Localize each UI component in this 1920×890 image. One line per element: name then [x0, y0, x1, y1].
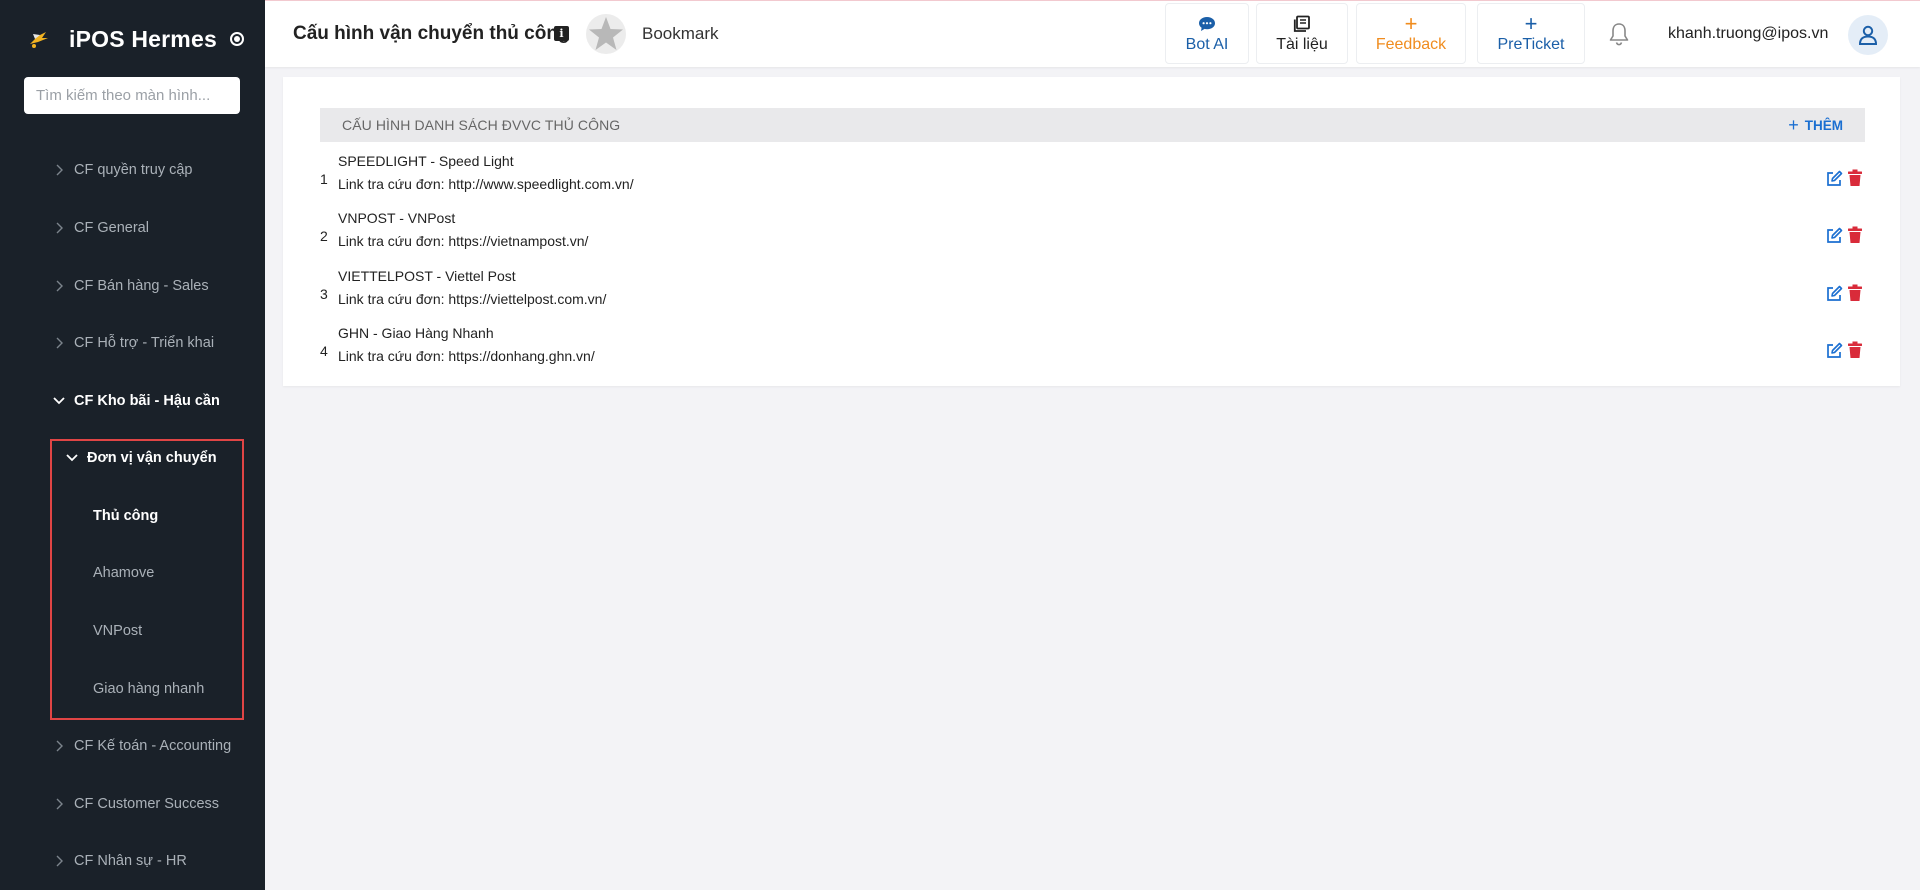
user-avatar-icon[interactable]	[1848, 15, 1888, 55]
chevron-right-icon	[52, 854, 66, 868]
section-title: CẤU HÌNH DANH SÁCH ĐVVC THỦ CÔNG	[342, 117, 621, 133]
list-item: 4 GHN - Giao Hàng Nhanh Link tra cứu đơn…	[320, 323, 1865, 379]
sidebar-item-label: CF Nhân sự - HR	[74, 853, 187, 869]
feedback-label: Feedback	[1375, 36, 1447, 53]
trash-icon[interactable]	[1847, 226, 1863, 244]
sidebar-item-support[interactable]: CF Hỗ trợ - Triển khai	[0, 323, 265, 363]
trash-icon[interactable]	[1847, 284, 1863, 302]
chevron-right-icon	[52, 163, 66, 177]
preticket-label: PreTicket	[1497, 36, 1565, 53]
add-button[interactable]: + THÊM	[1788, 115, 1843, 135]
sidebar-subitem-ghn[interactable]: Giao hàng nhanh	[0, 669, 265, 709]
edit-icon[interactable]	[1825, 285, 1843, 303]
sidebar-item-label: CF Customer Success	[74, 796, 220, 812]
bookmark-star-icon[interactable]	[585, 13, 627, 55]
sidebar-subitem-label: Ahamove	[93, 565, 155, 581]
carrier-link: Link tra cứu đơn: https://donhang.ghn.vn…	[338, 348, 595, 364]
add-label: THÊM	[1804, 117, 1843, 133]
sidebar-item-accounting[interactable]: CF Kế toán - Accounting	[0, 726, 265, 766]
bot-ai-label: Bot AI	[1185, 36, 1229, 53]
trash-icon[interactable]	[1847, 341, 1863, 359]
carrier-name: GHN - Giao Hàng Nhanh	[338, 325, 494, 341]
sidebar-subitem-ahamove[interactable]: Ahamove	[0, 553, 265, 593]
carrier-link: Link tra cứu đơn: http://www.speedlight.…	[338, 176, 634, 192]
chevron-right-icon	[52, 336, 66, 350]
sidebar-item-label: CF Kho bãi - Hậu cần	[74, 393, 220, 409]
sidebar-subgroup-label: Đơn vị vận chuyển	[87, 450, 217, 466]
carrier-name: SPEEDLIGHT - Speed Light	[338, 153, 514, 169]
preticket-button[interactable]: + PreTicket	[1477, 3, 1585, 64]
sidebar-item-general[interactable]: CF General	[0, 208, 265, 248]
chevron-right-icon	[52, 797, 66, 811]
plus-icon: +	[1524, 11, 1538, 36]
row-index: 4	[320, 343, 328, 359]
carrier-link: Link tra cứu đơn: https://vietnampost.vn…	[338, 233, 589, 249]
carrier-name: VNPOST - VNPost	[338, 210, 456, 226]
radio-dot-icon[interactable]	[229, 32, 244, 46]
sidebar-subgroup-carriers[interactable]: Đơn vị vận chuyển	[0, 438, 265, 478]
trash-icon[interactable]	[1847, 169, 1863, 187]
sidebar-item-sales[interactable]: CF Bán hàng - Sales	[0, 266, 265, 306]
sidebar-item-label: CF General	[74, 220, 149, 236]
sidebar-subitem-label: VNPost	[93, 623, 143, 639]
docs-button[interactable]: Tài liệu	[1256, 3, 1348, 64]
sidebar-item-access[interactable]: CF quyền truy cập	[0, 150, 265, 190]
list-item: 1 SPEEDLIGHT - Speed Light Link tra cứu …	[320, 151, 1865, 207]
hermes-logo-icon	[24, 24, 54, 54]
chevron-down-icon	[52, 394, 66, 408]
page-title: Cấu hình vận chuyển thủ công	[293, 23, 570, 44]
sidebar-item-label: CF Hỗ trợ - Triển khai	[74, 335, 215, 351]
book-icon	[1293, 13, 1311, 35]
edit-icon[interactable]	[1825, 170, 1843, 188]
bell-icon[interactable]	[1606, 21, 1632, 47]
row-index: 1	[320, 171, 328, 187]
edit-icon[interactable]	[1825, 342, 1843, 360]
chevron-right-icon	[52, 221, 66, 235]
sidebar-subitem-manual[interactable]: Thủ công	[0, 496, 265, 536]
info-icon[interactable]: i	[554, 26, 569, 41]
sidebar-search-input[interactable]	[24, 77, 240, 114]
feedback-button[interactable]: + Feedback	[1356, 3, 1466, 64]
row-index: 2	[320, 228, 328, 244]
section-header: CẤU HÌNH DANH SÁCH ĐVVC THỦ CÔNG + THÊM	[320, 108, 1865, 142]
top-header: Cấu hình vận chuyển thủ công i Bookmark …	[265, 0, 1920, 67]
app-title: iPOS Hermes	[69, 25, 217, 52]
sidebar-item-hr[interactable]: CF Nhân sự - HR	[0, 841, 265, 881]
sidebar-item-label: CF Bán hàng - Sales	[74, 278, 209, 294]
sidebar: iPOS Hermes CF quyền truy cập CF General…	[0, 0, 265, 890]
docs-label: Tài liệu	[1276, 36, 1328, 53]
plus-icon: +	[1788, 115, 1799, 135]
plus-icon: +	[1404, 11, 1418, 36]
sidebar-subitem-label: Giao hàng nhanh	[93, 681, 205, 697]
carrier-name: VIETTELPOST - Viettel Post	[338, 268, 516, 284]
list-item: 3 VIETTELPOST - Viettel Post Link tra cứ…	[320, 266, 1865, 322]
bot-ai-button[interactable]: Bot AI	[1165, 3, 1249, 64]
chevron-down-icon	[65, 451, 79, 465]
carrier-link: Link tra cứu đơn: https://viettelpost.co…	[338, 291, 607, 307]
list-item: 2 VNPOST - VNPost Link tra cứu đơn: http…	[320, 208, 1865, 264]
row-index: 3	[320, 286, 328, 302]
user-email[interactable]: khanh.truong@ipos.vn	[1668, 25, 1828, 43]
chevron-right-icon	[52, 279, 66, 293]
bookmark-label[interactable]: Bookmark	[642, 24, 719, 44]
sidebar-item-label: CF Kế toán - Accounting	[74, 738, 232, 754]
carrier-config-card: CẤU HÌNH DANH SÁCH ĐVVC THỦ CÔNG + THÊM …	[283, 77, 1900, 386]
sidebar-subitem-vnpost[interactable]: VNPost	[0, 611, 265, 651]
chevron-right-icon	[52, 739, 66, 753]
brand[interactable]: iPOS Hermes	[24, 22, 244, 56]
sidebar-item-logistics[interactable]: CF Kho bãi - Hậu cần	[0, 381, 265, 421]
sidebar-item-label: CF quyền truy cập	[74, 162, 193, 178]
sidebar-subitem-label: Thủ công	[93, 508, 159, 524]
edit-icon[interactable]	[1825, 227, 1843, 245]
chat-bubble-icon	[1198, 13, 1216, 35]
sidebar-item-customer-success[interactable]: CF Customer Success	[0, 784, 265, 824]
